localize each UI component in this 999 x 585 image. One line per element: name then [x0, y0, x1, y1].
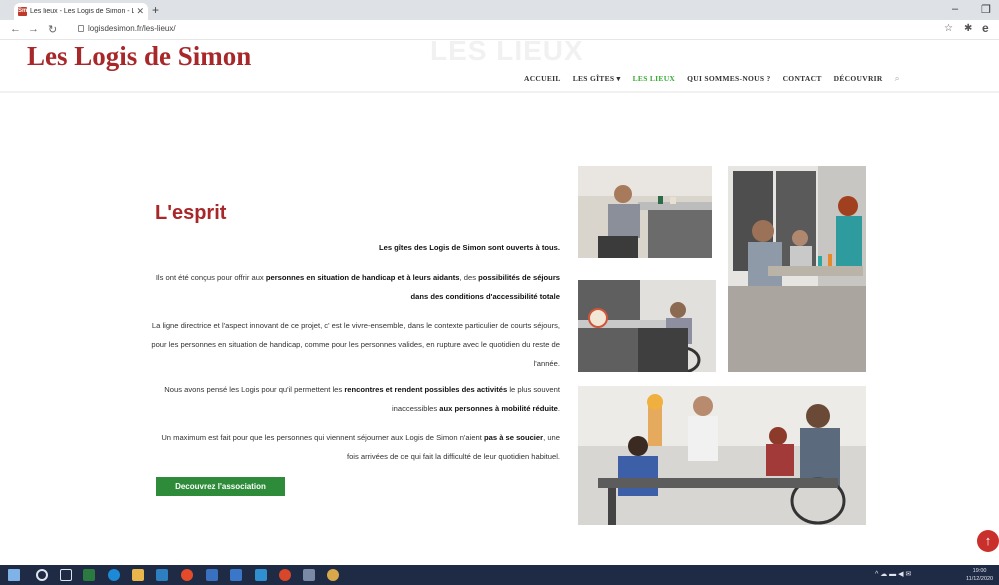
nav-les-lieux[interactable]: LES LIEUX	[633, 74, 676, 83]
nav-qui-sommes-nous[interactable]: QUI SOMMES-NOUS ?	[687, 74, 770, 83]
main-navigation: ACCUEIL LES GÎTES ▾ LES LIEUX QUI SOMMES…	[524, 73, 900, 84]
paragraph-text: .	[557, 404, 560, 413]
browser-tab[interactable]: Sm Les lieux - Les Logis de Simon - L ✕	[14, 3, 148, 20]
paragraph-bold-text: personnes en situation de handicap et à …	[265, 273, 460, 282]
paragraph-bold-text: pas à se soucier	[484, 433, 544, 442]
paragraph-vivre-ensemble: La ligne directrice et l'aspect innovant…	[151, 321, 560, 368]
ghost-page-title: LES LIEUX	[430, 35, 584, 66]
paragraph-text: Un maximum est fait pour que les personn…	[161, 433, 484, 442]
photo-kitchen-man	[578, 166, 712, 258]
photo-kitchen-woman	[578, 280, 716, 372]
star-icon[interactable]: ☆	[944, 23, 953, 34]
decouvrez-association-button[interactable]: Decouvrez l'association	[156, 477, 285, 496]
site-logo[interactable]: Les Logis de Simon	[27, 41, 251, 72]
paragraph-bold-text: rencontres et rendent possibles des acti…	[344, 385, 508, 394]
paragraph-design: Ils ont été conçus pour offrir aux perso…	[150, 268, 560, 306]
app-icon[interactable]	[303, 569, 315, 581]
store-icon[interactable]	[156, 569, 168, 581]
scroll-top-button[interactable]: ↑	[977, 530, 999, 552]
nav-accueil[interactable]: ACCUEIL	[524, 74, 561, 83]
site-favicon-icon: Sm	[18, 7, 28, 16]
word-icon[interactable]	[230, 569, 242, 581]
nav-contact[interactable]: CONTACT	[783, 74, 822, 83]
extension-icon[interactable]: ✱	[964, 23, 972, 34]
restore-button[interactable]: ❐	[981, 3, 991, 16]
os-taskbar: ^ ☁ ▬ ◀ ✉ 19:00 11/12/2020	[0, 565, 999, 585]
task-view-icon[interactable]	[60, 569, 72, 581]
excel-icon[interactable]	[83, 569, 95, 581]
forward-arrow-icon[interactable]: →	[28, 23, 39, 35]
edge-icon[interactable]	[108, 569, 120, 581]
site-header: LES LIEUX Les Logis de Simon ACCUEIL LES…	[0, 35, 999, 93]
mail-icon[interactable]	[206, 569, 218, 581]
outlook-icon[interactable]	[255, 569, 267, 581]
new-tab-button[interactable]: +	[152, 3, 159, 17]
nav-les-gites[interactable]: LES GÎTES ▾	[573, 74, 621, 83]
profile-icon[interactable]: e	[982, 21, 989, 35]
photo-terrace-table	[728, 166, 866, 372]
paragraph-intro: Les gîtes des Logis de Simon sont ouvert…	[378, 243, 560, 252]
clock-time: 19:00	[972, 568, 987, 574]
clock-date: 11/12/2020	[966, 576, 994, 582]
tab-bar: Sm Les lieux - Les Logis de Simon - L ✕ …	[0, 0, 999, 20]
reload-icon[interactable]: ↻	[48, 23, 57, 36]
photo-dinner-group	[578, 386, 866, 525]
tab-title: Les lieux - Les Logis de Simon - L	[30, 8, 135, 15]
back-arrow-icon[interactable]: ←	[10, 23, 21, 35]
windows-start-icon[interactable]	[8, 569, 20, 581]
search-icon[interactable]: ⌕	[895, 73, 900, 84]
browser-window: Sm Les lieux - Les Logis de Simon - L ✕ …	[0, 0, 999, 585]
tray-icons[interactable]: ^ ☁ ▬ ◀ ✉	[875, 570, 911, 578]
taskbar-clock[interactable]: 19:00 11/12/2020	[966, 567, 993, 583]
url-field[interactable]: logisdesimon.fr/les-lieux/	[88, 24, 176, 33]
cortana-search-icon[interactable]	[36, 569, 48, 581]
paragraph-text: Nous avons pensé les Logis pour qu'il pe…	[164, 385, 345, 394]
file-explorer-icon[interactable]	[132, 569, 144, 581]
nav-decouvrir[interactable]: DÉCOUVRIR	[834, 74, 883, 83]
section-heading: L'esprit	[155, 202, 227, 224]
lock-icon	[78, 25, 84, 32]
chrome-icon[interactable]	[181, 569, 193, 581]
paragraph-text: , des	[459, 273, 479, 282]
app-icon[interactable]	[279, 569, 291, 581]
tab-close-icon[interactable]: ✕	[136, 6, 144, 17]
app-icon[interactable]	[327, 569, 339, 581]
paragraph-bold-text: aux personnes à mobilité réduite	[439, 404, 558, 413]
paragraph-soucier: Un maximum est fait pour que les personn…	[150, 428, 560, 466]
paragraph-text: Ils ont été conçus pour offrir aux	[155, 273, 266, 282]
paragraph-rencontres: Nous avons pensé les Logis pour qu'il pe…	[150, 380, 560, 418]
minimize-button[interactable]: –	[952, 3, 958, 15]
